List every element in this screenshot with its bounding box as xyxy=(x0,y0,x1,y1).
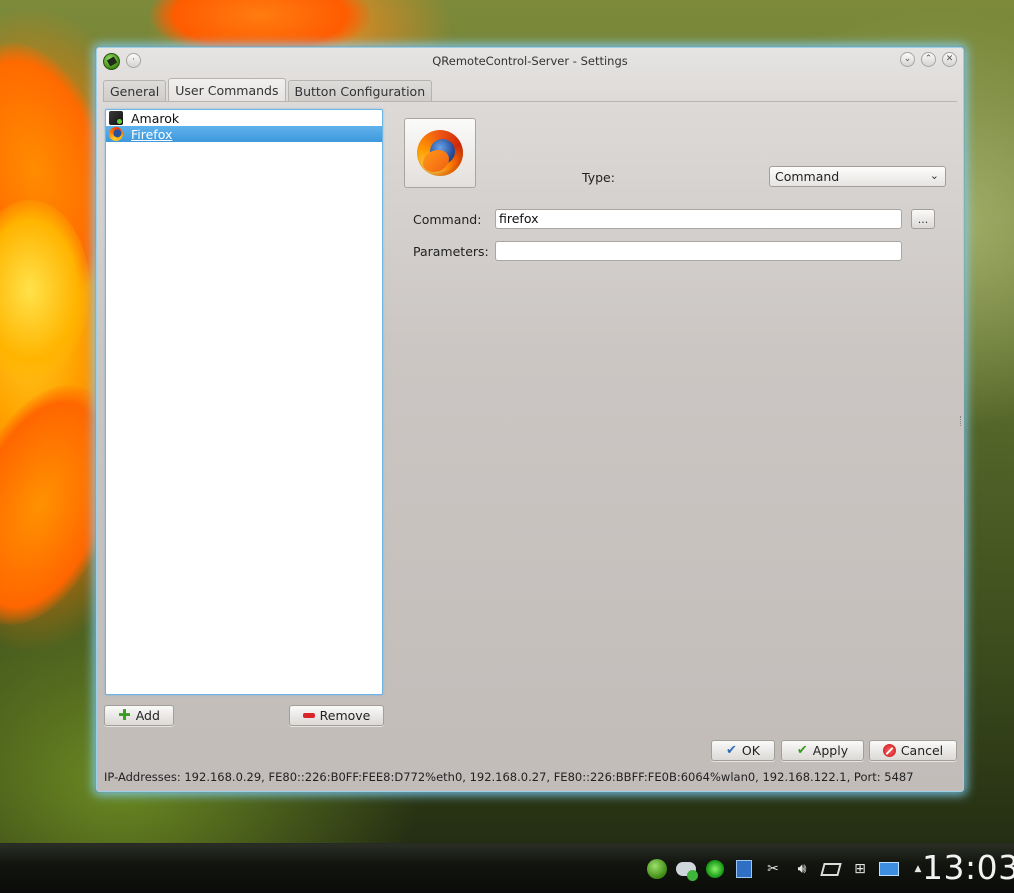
tab-button-configuration[interactable]: Button Configuration xyxy=(287,80,433,102)
command-label: Command: xyxy=(413,212,482,227)
chevron-up-icon: ⌃ xyxy=(924,54,933,64)
check-icon: ✔ xyxy=(796,743,808,758)
minus-icon xyxy=(302,713,315,718)
scissors-icon[interactable]: ✂ xyxy=(762,858,784,880)
command-icon-button[interactable] xyxy=(404,118,476,188)
chevron-down-icon: ⌄ xyxy=(929,169,939,182)
type-select[interactable]: Command ⌄ xyxy=(769,166,946,187)
app-icon[interactable] xyxy=(103,53,120,70)
apply-button-label: Apply xyxy=(812,743,849,758)
firefox-icon xyxy=(109,127,123,141)
qremotecontrol-icon[interactable] xyxy=(646,858,668,880)
tab-user-commands[interactable]: User Commands xyxy=(168,78,286,102)
ip-status-text: IP-Addresses: 192.168.0.29, FE80::226:B0… xyxy=(104,770,914,784)
maximize-button[interactable]: ⌃ xyxy=(921,52,936,67)
display-icon[interactable] xyxy=(878,858,900,880)
type-select-value: Command xyxy=(775,169,840,184)
window-menu-button[interactable]: · xyxy=(126,53,141,68)
clock[interactable]: 13:03 xyxy=(922,848,1014,887)
tab-bar: General User Commands Button Configurati… xyxy=(103,78,433,102)
remove-button[interactable]: Remove xyxy=(289,705,384,726)
list-item-label: Amarok xyxy=(131,110,180,126)
amarok-icon xyxy=(109,111,123,125)
check-icon: ✔ xyxy=(726,743,737,758)
add-button[interactable]: ✚ Add xyxy=(104,705,174,726)
cancel-icon xyxy=(882,744,896,757)
minimize-button[interactable]: ⌄ xyxy=(900,52,915,67)
browse-button[interactable]: ... xyxy=(911,209,935,229)
settings-window: · QRemoteControl-Server - Settings ⌄ ⌃ ✕… xyxy=(96,47,964,792)
network-icon[interactable]: ⊞ xyxy=(849,858,871,880)
cloud-sync-icon[interactable] xyxy=(675,858,698,881)
system-tray: ✂ 🔊︎ ⊞ ▲ xyxy=(646,858,929,881)
window-titlebar[interactable]: · QRemoteControl-Server - Settings ⌄ ⌃ ✕ xyxy=(97,48,963,74)
close-button[interactable]: ✕ xyxy=(942,52,957,67)
green-status-icon[interactable] xyxy=(704,858,726,880)
parameters-field[interactable] xyxy=(495,241,902,261)
window-title: QRemoteControl-Server - Settings xyxy=(432,54,628,68)
apply-button[interactable]: ✔ Apply xyxy=(781,740,864,761)
remove-button-label: Remove xyxy=(319,708,371,723)
parameters-label: Parameters: xyxy=(413,244,489,259)
clipboard-icon[interactable] xyxy=(733,858,755,880)
cancel-button[interactable]: Cancel xyxy=(869,740,957,761)
close-icon: ✕ xyxy=(945,54,954,64)
resize-grip[interactable] xyxy=(960,416,962,426)
commands-list[interactable]: Amarok Firefox xyxy=(105,109,383,695)
type-label: Type: xyxy=(582,170,615,185)
ok-button-label: OK xyxy=(741,743,760,758)
ok-button[interactable]: ✔ OK xyxy=(711,740,775,761)
list-item-firefox[interactable]: Firefox xyxy=(106,126,382,142)
tab-divider xyxy=(103,101,957,102)
tablet-icon[interactable] xyxy=(820,858,842,880)
firefox-icon xyxy=(417,130,463,176)
list-item-amarok[interactable]: Amarok xyxy=(106,110,382,126)
volume-icon[interactable]: 🔊︎ xyxy=(791,858,813,880)
list-item-label: Firefox xyxy=(131,126,173,142)
tab-general[interactable]: General xyxy=(103,80,167,102)
chevron-down-icon: ⌄ xyxy=(903,54,912,64)
add-button-label: Add xyxy=(135,708,160,723)
cancel-button-label: Cancel xyxy=(900,743,944,758)
plus-icon: ✚ xyxy=(118,706,131,724)
taskbar: ✂ 🔊︎ ⊞ ▲ 13:03 xyxy=(0,843,1014,893)
command-field[interactable]: firefox xyxy=(495,209,902,229)
